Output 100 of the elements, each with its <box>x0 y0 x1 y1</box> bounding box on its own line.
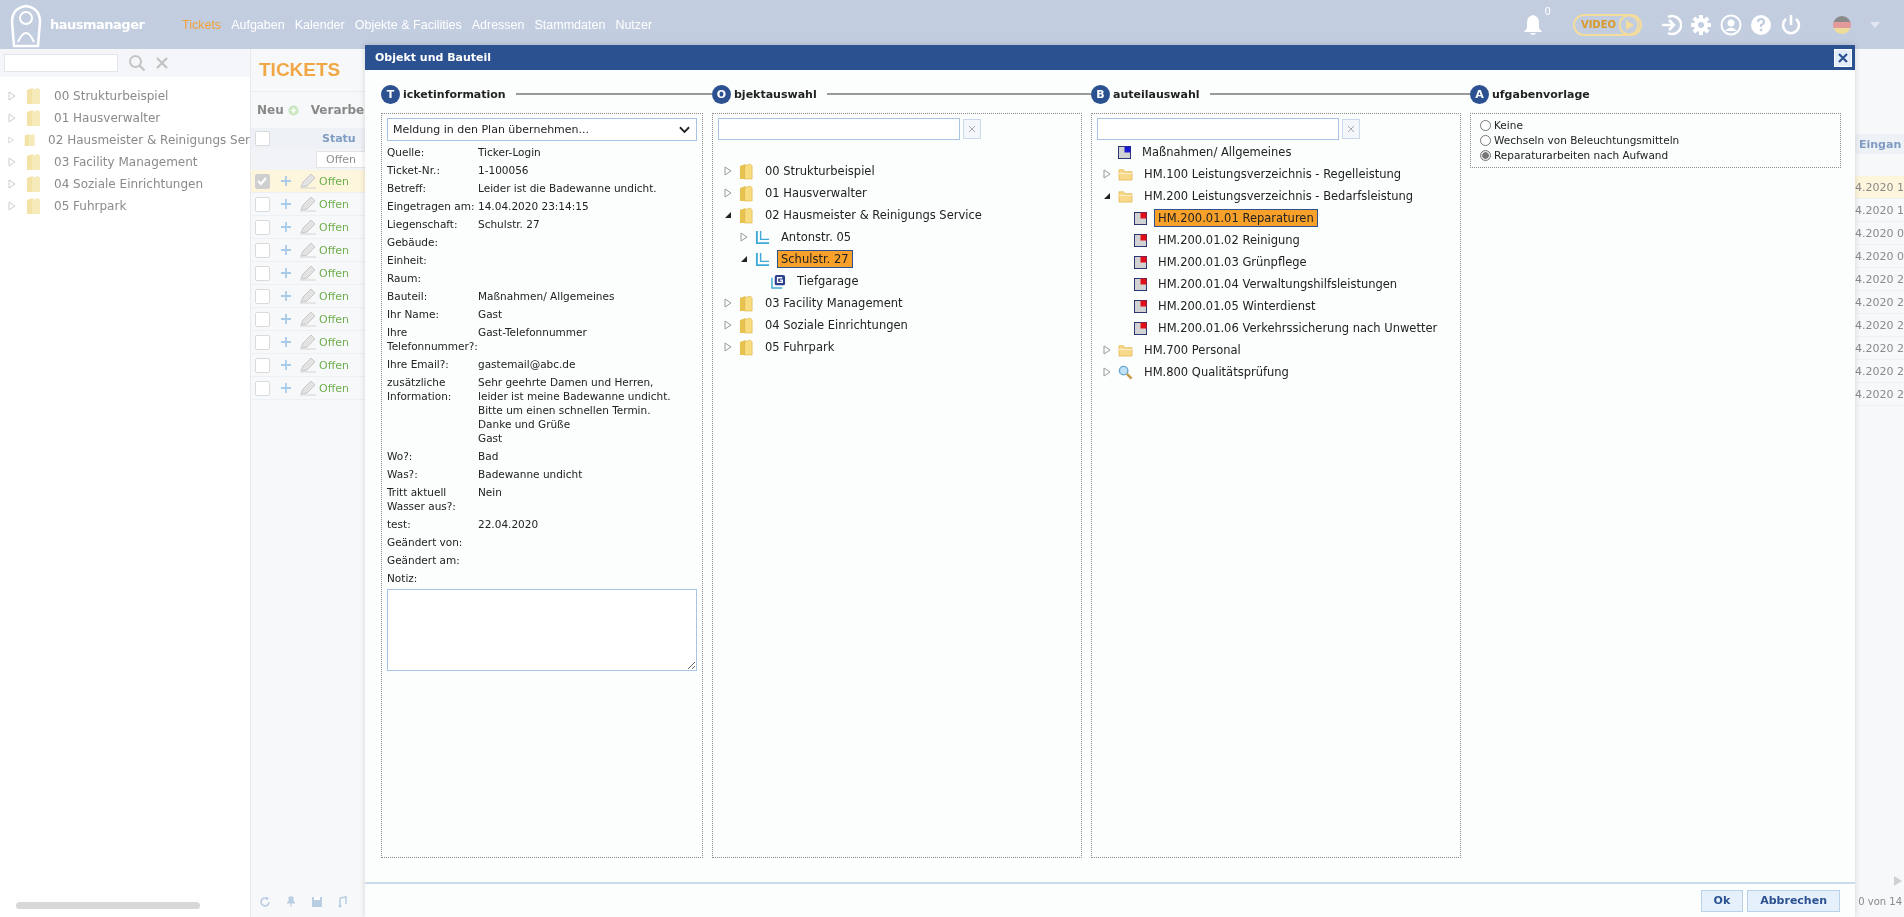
tree-item[interactable]: HM.800 Qualitätsprüfung <box>1140 363 1293 381</box>
tree-toggle-icon[interactable] <box>724 166 732 176</box>
table-row[interactable]: Offen <box>251 239 366 262</box>
note-icon[interactable] <box>337 896 349 908</box>
table-row[interactable]: Offen <box>251 331 366 354</box>
login-icon[interactable] <box>1660 13 1682 36</box>
edit-icon[interactable] <box>299 311 317 327</box>
tree-toggle-icon[interactable] <box>8 91 16 101</box>
radio-button[interactable] <box>1480 134 1491 146</box>
dialog-button[interactable]: Abbrechen <box>1747 889 1840 912</box>
tree-toggle-icon[interactable] <box>740 254 748 264</box>
edit-icon[interactable] <box>299 219 317 235</box>
table-row[interactable]: Offen <box>251 308 366 331</box>
bell-icon[interactable] <box>1522 13 1543 36</box>
tree-toggle-icon[interactable] <box>1103 367 1111 377</box>
tree-item[interactable]: 03 Facility Management <box>761 294 907 312</box>
edit-icon[interactable] <box>299 265 317 281</box>
flag-icon[interactable] <box>1832 14 1852 35</box>
tree-item[interactable]: HM.200.01.04 Verwaltungshilfsleistungen <box>1154 275 1402 293</box>
tree-toggle-icon[interactable] <box>8 135 15 145</box>
table-row[interactable]: Offen <box>251 170 366 193</box>
close-icon[interactable] <box>156 57 168 69</box>
user-icon[interactable] <box>1720 13 1742 36</box>
tree-item[interactable]: 00 Strukturbeispiel <box>761 162 879 180</box>
caret-icon[interactable] <box>1870 21 1880 28</box>
dialog-button[interactable]: Ok <box>1700 889 1744 912</box>
radio-label[interactable]: Wechseln von Beleuchtungsmitteln <box>1494 134 1680 146</box>
tree-item[interactable]: HM.200.01.03 Grünpflege <box>1154 253 1311 271</box>
plus-icon[interactable] <box>281 268 291 278</box>
table-row[interactable]: Offen <box>251 193 366 216</box>
clear-button[interactable] <box>1342 119 1360 139</box>
plus-icon[interactable] <box>281 383 291 393</box>
tree-item[interactable]: HM.100 Leistungsverzeichnis - Regelleistung <box>1140 165 1406 183</box>
tree-toggle-icon[interactable] <box>724 320 732 330</box>
toolbar-button[interactable]: Verarbe <box>310 103 365 117</box>
plus-icon[interactable] <box>281 337 291 347</box>
row-checkbox[interactable] <box>255 380 270 396</box>
tree-item[interactable]: 02 Hausmeister & Reinigungs Ser <box>48 133 250 147</box>
row-checkbox[interactable] <box>255 196 270 212</box>
tree-item[interactable]: 04 Soziale Einrichtungen <box>761 316 912 334</box>
tree-item[interactable]: 03 Facility Management <box>54 155 198 169</box>
row-checkbox[interactable] <box>255 265 270 281</box>
row-checkbox[interactable] <box>255 173 270 189</box>
toolbar-button[interactable]: Neu <box>257 103 299 117</box>
tree-item[interactable]: 05 Fuhrpark <box>54 199 127 213</box>
edit-icon[interactable] <box>299 334 317 350</box>
edit-icon[interactable] <box>299 288 317 304</box>
plus-icon[interactable] <box>281 222 291 232</box>
help-icon[interactable] <box>1750 13 1772 36</box>
close-button[interactable] <box>1834 48 1852 67</box>
tree-toggle-icon[interactable] <box>8 201 16 211</box>
plus-icon[interactable] <box>281 314 291 324</box>
radio-button[interactable] <box>1480 119 1491 131</box>
table-row[interactable]: Offen <box>251 354 366 377</box>
note-field[interactable] <box>387 589 697 671</box>
radio-label[interactable]: Reparaturarbeiten nach Aufwand <box>1494 149 1669 161</box>
tree-item[interactable]: HM.200.01.05 Winterdienst <box>1154 297 1320 315</box>
tree-item[interactable]: HM.200.01.06 Verkehrssicherung nach Unwetter <box>1154 319 1442 337</box>
plus-icon[interactable] <box>281 360 291 370</box>
tree-item[interactable]: Schulstr. 27 <box>777 250 853 268</box>
plan-dropdown[interactable]: Meldung in den Plan übernehmen... <box>387 118 697 141</box>
refresh-icon[interactable] <box>259 896 271 908</box>
select-all-checkbox[interactable] <box>255 130 270 146</box>
plus-icon[interactable] <box>281 176 291 186</box>
tree-item[interactable]: Antonstr. 05 <box>777 228 856 246</box>
tree-item[interactable]: HM.200.01.01 Reparaturen <box>1154 209 1318 227</box>
tree-toggle-icon[interactable] <box>1103 191 1111 201</box>
tree-item[interactable]: Maßnahmen/ Allgemeines <box>1138 143 1296 161</box>
status-filter-field[interactable]: Offen <box>316 150 366 168</box>
table-row[interactable]: Offen <box>251 216 366 239</box>
search-icon[interactable] <box>128 54 146 72</box>
edit-icon[interactable] <box>299 380 317 396</box>
tree-toggle-icon[interactable] <box>724 188 732 198</box>
row-checkbox[interactable] <box>255 242 270 258</box>
horizontal-scrollbar[interactable] <box>16 902 200 909</box>
tree-item[interactable]: HM.700 Personal <box>1140 341 1245 359</box>
tree-item[interactable]: 04 Soziale Einrichtungen <box>54 177 204 191</box>
row-checkbox[interactable] <box>255 219 270 235</box>
plus-icon[interactable] <box>281 291 291 301</box>
radio-label[interactable]: Keine <box>1494 119 1523 131</box>
scroll-right-icon[interactable] <box>1894 876 1902 886</box>
search-field[interactable] <box>1097 118 1339 140</box>
radio-button[interactable] <box>1480 149 1491 161</box>
table-row[interactable]: Offen <box>251 285 366 308</box>
search-field[interactable] <box>718 118 960 140</box>
tree-toggle-icon[interactable] <box>8 179 16 189</box>
edit-icon[interactable] <box>299 357 317 373</box>
settings-icon[interactable] <box>1690 13 1712 36</box>
tree-toggle-icon[interactable] <box>1103 345 1111 355</box>
row-checkbox[interactable] <box>255 334 270 350</box>
plus-icon[interactable] <box>281 245 291 255</box>
tree-item[interactable]: 00 Strukturbeispiel <box>54 89 169 103</box>
power-icon[interactable] <box>1780 13 1802 36</box>
table-row[interactable]: Offen <box>251 262 366 285</box>
tree-toggle-icon[interactable] <box>740 232 748 242</box>
tree-item[interactable]: Tiefgarage <box>793 272 863 290</box>
tree-item[interactable]: HM.200 Leistungsverzeichnis - Bedarfsleistung <box>1140 187 1418 205</box>
row-checkbox[interactable] <box>255 288 270 304</box>
tree-item[interactable]: 01 Hausverwalter <box>54 111 161 125</box>
clear-button[interactable] <box>963 119 981 139</box>
